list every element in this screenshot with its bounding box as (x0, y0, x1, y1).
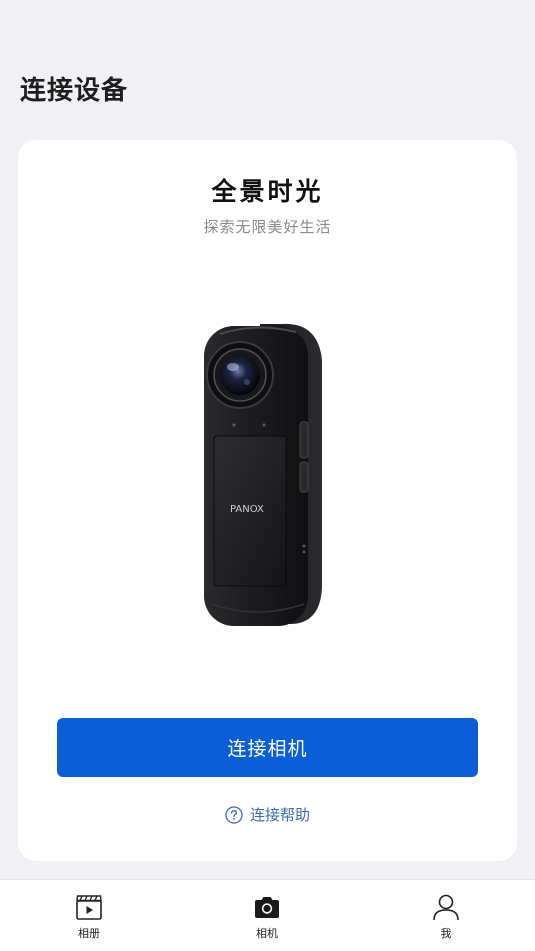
tab-albums-label: 相册 (78, 927, 100, 940)
bottom-tab-bar: 相册 相机 我 (0, 879, 535, 951)
tab-albums[interactable]: 相册 (59, 892, 119, 941)
camera-icon (255, 897, 279, 918)
device-brand-label: PANOX (230, 504, 264, 515)
tab-camera[interactable]: 相机 (237, 892, 297, 941)
device-card: 全景时光 探索无限美好生活 PANOX 连接相机 连接帮助 (18, 140, 517, 861)
clapperboard-play-icon (76, 895, 102, 920)
person-icon (433, 894, 459, 921)
page-title: 连接设备 (20, 76, 129, 106)
connect-help-link[interactable]: 连接帮助 (18, 804, 517, 825)
tab-me[interactable]: 我 (416, 892, 476, 941)
camera-product-image: PANOX (200, 320, 326, 630)
connect-camera-button[interactable]: 连接相机 (57, 718, 478, 777)
tab-me-label: 我 (440, 927, 452, 940)
question-circle-icon (225, 805, 243, 824)
connect-help-label: 连接帮助 (249, 806, 310, 824)
card-title: 全景时光 (211, 177, 324, 206)
card-subtitle: 探索无限美好生活 (203, 218, 332, 236)
connect-device-screen: 连接设备 全景时光 探索无限美好生活 PANOX 连接相机 连接帮助 相册 相机… (0, 0, 535, 951)
tab-camera-label: 相机 (256, 927, 278, 940)
